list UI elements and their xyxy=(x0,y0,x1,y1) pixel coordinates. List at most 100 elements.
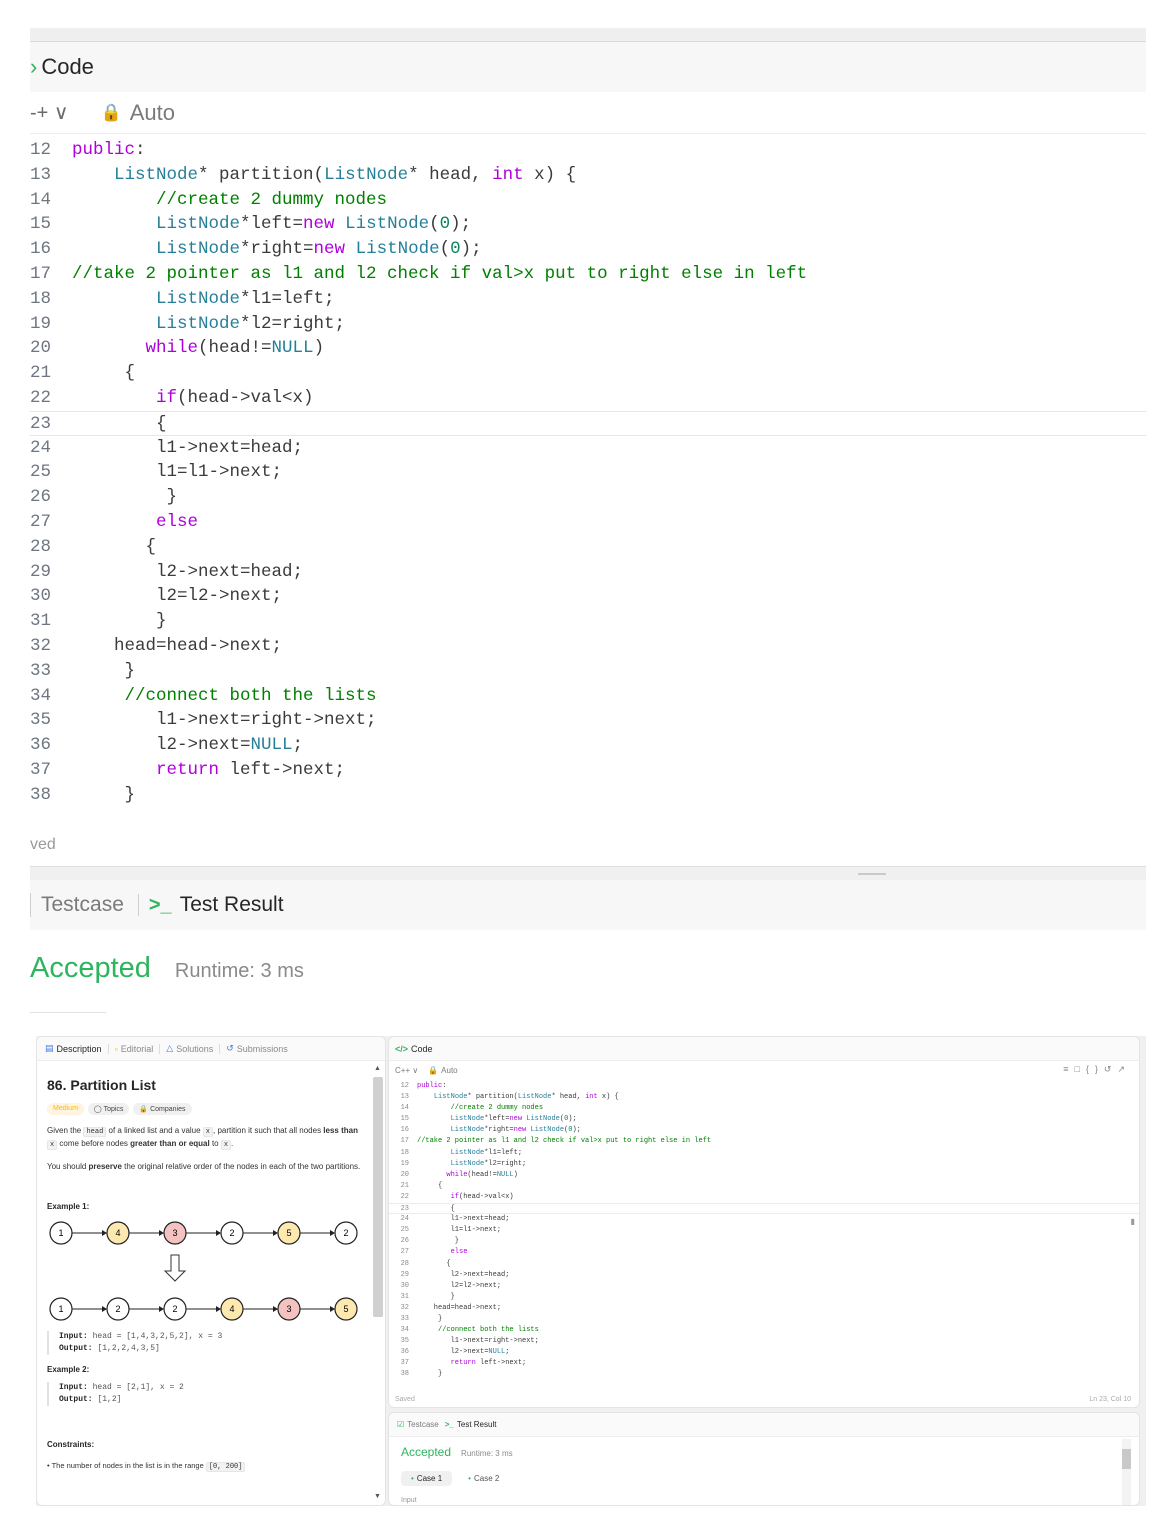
companies-chip[interactable]: 🔒 Companies xyxy=(133,1103,192,1115)
code-editor[interactable]: 12 public: 13 ListNode* partition(ListNode… xyxy=(30,138,1146,808)
code-line[interactable]: 32 head=head->next; xyxy=(30,634,1146,659)
result-scrollbar[interactable] xyxy=(1122,1439,1131,1505)
code-line[interactable]: 12 public: xyxy=(389,1081,1139,1092)
tab-testcase[interactable]: Testcase xyxy=(407,1420,439,1429)
code-line[interactable]: 24 l1->next=head; xyxy=(30,436,1146,461)
code-line[interactable]: 20 while(head!=NULL) xyxy=(30,336,1146,361)
code-line[interactable]: 34 //connect both the lists xyxy=(389,1325,1139,1336)
bookmark-icon[interactable]: □ xyxy=(1074,1064,1085,1074)
case-1-tab[interactable]: • Case 1 xyxy=(401,1471,453,1486)
code-line[interactable]: 25 l1=l1->next; xyxy=(30,460,1146,485)
code-line[interactable]: 20 while(head!=NULL) xyxy=(389,1170,1139,1181)
code-line[interactable]: 26 } xyxy=(30,485,1146,510)
code-line[interactable]: 31 } xyxy=(30,609,1146,634)
braces-icon[interactable]: {} xyxy=(1086,1064,1104,1074)
code-line[interactable]: 21 { xyxy=(389,1181,1139,1192)
auto-mode-label[interactable]: Auto xyxy=(441,1066,457,1075)
line-number: 15 xyxy=(30,214,52,235)
code-line[interactable]: 23 { xyxy=(389,1203,1139,1215)
code-line[interactable]: 16 ListNode*right=new ListNode(0); xyxy=(389,1125,1139,1136)
code-line[interactable]: 22 if(head->val<x) xyxy=(30,386,1146,411)
code-line[interactable]: 36 l2->next=NULL; xyxy=(30,733,1146,758)
code-line[interactable]: 18 ListNode*l1=left; xyxy=(30,287,1146,312)
code-line[interactable]: 38 } xyxy=(30,783,1146,808)
tab-test-result[interactable]: Test Result xyxy=(457,1420,497,1429)
code-line[interactable]: 19 ListNode*l2=right; xyxy=(389,1159,1139,1170)
code-line[interactable]: 24 l1->next=head; xyxy=(389,1214,1139,1225)
tab-testcase[interactable]: Testcase xyxy=(30,893,138,917)
tab-test-result[interactable]: Test Result xyxy=(180,893,284,917)
code-editor[interactable]: 12 public: 13 ListNode* partition(ListNode… xyxy=(389,1081,1139,1381)
text: come before nodes xyxy=(57,1139,131,1148)
code-line[interactable]: 33 } xyxy=(30,659,1146,684)
line-number: 36 xyxy=(400,1348,409,1357)
code-line[interactable]: 16 ListNode*right=new ListNode(0); xyxy=(30,237,1146,262)
code-text: } xyxy=(417,1292,455,1301)
code-line[interactable]: 37 return left->next; xyxy=(389,1358,1139,1369)
code-panel-header: </> Code xyxy=(389,1037,1139,1061)
auto-mode-label[interactable]: Auto xyxy=(130,100,175,126)
panel-resize-handle[interactable] xyxy=(30,866,1146,880)
code-line[interactable]: 18 ListNode*l1=left; xyxy=(389,1148,1139,1159)
tab-editorial[interactable]: ▫ Editorial xyxy=(115,1044,154,1054)
code-line[interactable]: 26 } xyxy=(389,1236,1139,1247)
code-text: l1->next=head; xyxy=(417,1215,510,1224)
tab-solutions[interactable]: △ Solutions xyxy=(166,1043,213,1054)
code-text: l2=l2->next; xyxy=(72,586,283,607)
expand-icon[interactable]: ↗ xyxy=(1117,1064,1131,1074)
code-line[interactable]: 35 l1->next=right->next; xyxy=(389,1336,1139,1347)
code-line[interactable]: 19 ListNode*l2=right; xyxy=(30,312,1146,337)
code-line[interactable]: 23 { xyxy=(30,410,1146,436)
scroll-down-icon[interactable]: ▼ xyxy=(374,1493,381,1500)
code-line[interactable]: 13 ListNode* partition(ListNode* head, i… xyxy=(30,163,1146,188)
reset-icon[interactable]: ↺ xyxy=(1104,1064,1118,1074)
code-line[interactable]: 27 else xyxy=(30,510,1146,535)
code-line[interactable]: 17 //take 2 pointer as l1 and l2 check if… xyxy=(389,1136,1139,1147)
code-text: ListNode*left=new ListNode(0); xyxy=(450,1115,577,1124)
code-line[interactable]: 21 { xyxy=(30,361,1146,386)
line-number: 31 xyxy=(400,1292,409,1301)
code-line[interactable]: 28 { xyxy=(30,535,1146,560)
scrollbar-thumb[interactable] xyxy=(373,1077,383,1317)
code-line[interactable]: 33 } xyxy=(389,1314,1139,1325)
text: Given the xyxy=(47,1126,84,1135)
window-top-strip xyxy=(30,28,1146,42)
code-line[interactable]: 14 //create 2 dummy nodes xyxy=(30,188,1146,213)
code-line[interactable]: 31 } xyxy=(389,1292,1139,1303)
code-line[interactable]: 32 head=head->next; xyxy=(389,1303,1139,1314)
tab-description[interactable]: ▤ Description xyxy=(45,1043,102,1054)
code-line[interactable]: 36 l2->next=NULL; xyxy=(389,1347,1139,1358)
scrollbar-thumb[interactable] xyxy=(1122,1449,1131,1469)
code-line[interactable]: 30 l2=l2->next; xyxy=(30,584,1146,609)
code-line[interactable]: 22 if(head->val<x) xyxy=(389,1192,1139,1203)
scroll-up-icon[interactable]: ▲ xyxy=(374,1065,381,1072)
line-number: 26 xyxy=(30,487,52,508)
editor-scroll-marker[interactable]: ▮ xyxy=(1131,1217,1135,1226)
resize-grip[interactable] xyxy=(858,873,886,875)
line-number: 14 xyxy=(30,189,52,210)
case-2-tab[interactable]: • Case 2 xyxy=(458,1471,509,1486)
code-line[interactable]: 34 //connect both the lists xyxy=(30,684,1146,709)
tab-submissions[interactable]: ↺ Submissions xyxy=(226,1043,288,1054)
format-icon[interactable]: ≡ xyxy=(1063,1064,1074,1074)
code-line[interactable]: 27 else xyxy=(389,1247,1139,1258)
code-line[interactable]: 15 ListNode*left=new ListNode(0); xyxy=(389,1114,1139,1125)
code-line[interactable]: 13 ListNode* partition(ListNode* head, i… xyxy=(389,1092,1139,1103)
code-line[interactable]: 38 } xyxy=(389,1369,1139,1380)
code-line[interactable]: 29 l2->next=head; xyxy=(389,1270,1139,1281)
topics-chip[interactable]: ◯ Topics xyxy=(87,1103,130,1115)
code-line[interactable]: 25 l1=l1->next; xyxy=(389,1225,1139,1236)
description-scrollbar[interactable]: ▲ ▼ xyxy=(373,1065,383,1505)
language-select[interactable]: -+ ∨ xyxy=(30,100,69,125)
code-line[interactable]: 37 return left->next; xyxy=(30,758,1146,783)
code-line[interactable]: 35 l1->next=right->next; xyxy=(30,708,1146,733)
code-line[interactable]: 29 l2->next=head; xyxy=(30,560,1146,585)
code-line[interactable]: 15 ListNode*left=new ListNode(0); xyxy=(30,212,1146,237)
code-line[interactable]: 30 l2=l2->next; xyxy=(389,1281,1139,1292)
code-line[interactable]: 17 //take 2 pointer as l1 and l2 check if… xyxy=(30,262,1146,287)
code-line[interactable]: 28 { xyxy=(389,1259,1139,1270)
code-text: } xyxy=(72,660,136,681)
code-line[interactable]: 14 //create 2 dummy nodes xyxy=(389,1103,1139,1114)
language-select[interactable]: C++ ∨ xyxy=(395,1066,418,1075)
code-line[interactable]: 12 public: xyxy=(30,138,1146,163)
